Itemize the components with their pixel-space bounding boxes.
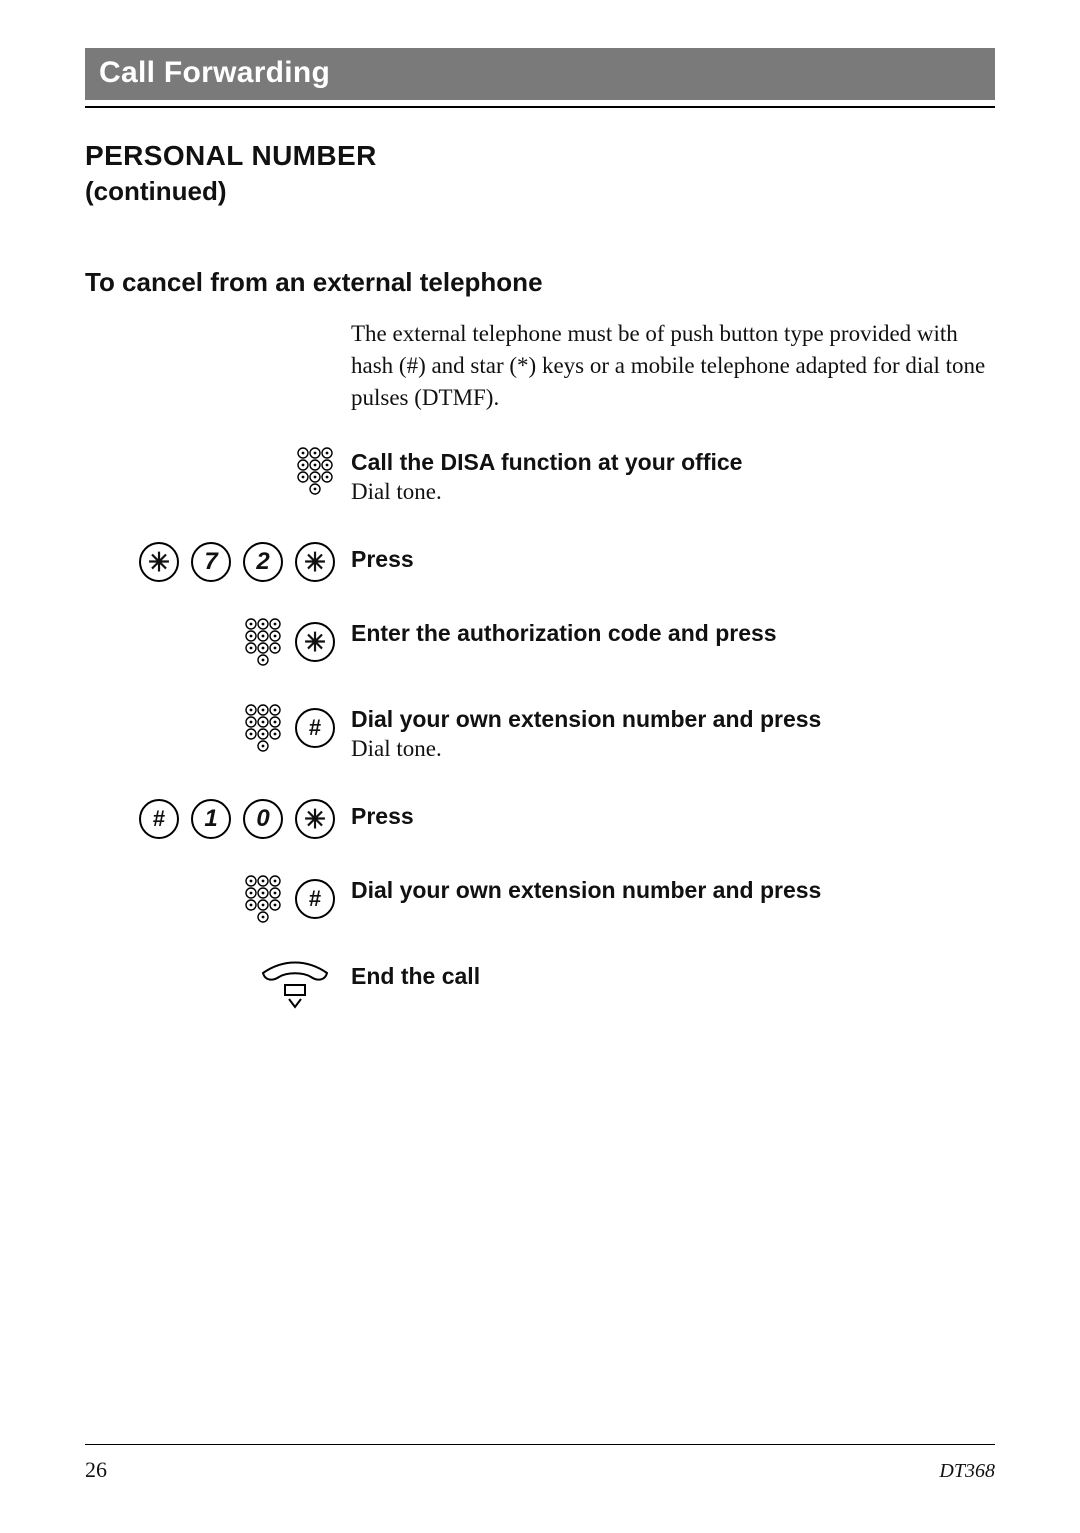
instruction-icons: # [85,873,335,925]
key-star: ✳ [139,542,179,582]
model-label: DT368 [939,1460,995,1483]
instruction-title: Enter the authorization code and press [351,620,995,647]
key-0: 0 [243,799,283,839]
keypad-icon [243,702,283,754]
instruction-row: #10 ✳ Press [85,799,995,839]
instruction-row: Call the DISA function at your officeDia… [85,445,995,508]
instruction-text: Call the DISA function at your officeDia… [351,445,995,508]
key-hash: # [295,879,335,919]
key-star: ✳ [295,799,335,839]
instruction-title: Press [351,803,995,830]
instruction-text: Dial your own extension number and press [351,873,995,904]
instruction-text: Enter the authorization code and press [351,616,995,647]
key-2: 2 [243,542,283,582]
instruction-title: Dial your own extension number and press [351,706,995,733]
instruction-icons: #10 ✳ [85,799,335,839]
key-hash: # [139,799,179,839]
page-number: 26 [85,1457,107,1483]
key-hash: # [295,708,335,748]
subheading: To cancel from an external telephone [85,267,995,298]
instruction-row: ✳ Enter the authorization code and press [85,616,995,668]
keypad-icon [295,445,335,497]
instruction-icons [85,959,335,1014]
instruction-icons [85,445,335,497]
instruction-body: Dial tone. [351,733,995,765]
instruction-icons: ✳ 72 ✳ [85,542,335,582]
instruction-icons: ✳ [85,616,335,668]
key-7: 7 [191,542,231,582]
instruction-text: Press [351,542,995,573]
instruction-title: Press [351,546,995,573]
key-star: ✳ [295,542,335,582]
instruction-row: ✳ 72 ✳ Press [85,542,995,582]
handset-down-icon [255,959,335,1014]
instruction-text: Press [351,799,995,830]
instruction-row: End the call [85,959,995,1014]
instruction-title: Dial your own extension number and press [351,877,995,904]
page-heading-continued: (continued) [85,176,995,207]
intro-paragraph: The external telephone must be of push b… [351,318,995,415]
instruction-row: # Dial your own extension number and pres… [85,873,995,925]
instruction-text: Dial your own extension number and press… [351,702,995,765]
instruction-title: Call the DISA function at your office [351,449,995,476]
keypad-icon [243,616,283,668]
key-1: 1 [191,799,231,839]
instruction-icons: # [85,702,335,754]
footer-rule [85,1444,995,1445]
key-star: ✳ [295,622,335,662]
instruction-text: End the call [351,959,995,990]
instruction-title: End the call [351,963,995,990]
page-heading: PERSONAL NUMBER [85,140,995,172]
section-bar: Call Forwarding [85,48,995,100]
keypad-icon [243,873,283,925]
section-rule [85,106,995,108]
instruction-body: Dial tone. [351,476,995,508]
instruction-row: # Dial your own extension number and pres… [85,702,995,765]
